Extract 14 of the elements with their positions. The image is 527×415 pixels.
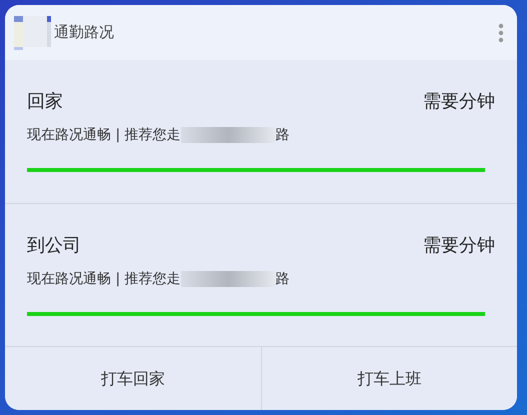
action-button[interactable]: 打车上班	[260, 347, 517, 410]
app-icon	[14, 16, 52, 50]
destination-label: 回家	[27, 90, 63, 114]
traffic-status: 现在路况通畅 | 推荐您走	[27, 270, 181, 288]
time-unit: 分钟	[459, 234, 495, 258]
traffic-status: 现在路况通畅 | 推荐您走	[27, 126, 181, 144]
road-suffix: 路	[276, 126, 290, 144]
time-label: 需要	[423, 234, 459, 258]
time-label: 需要	[423, 90, 459, 114]
widget-title: 通勤路况	[54, 22, 114, 44]
more-icon[interactable]	[498, 22, 504, 42]
time-unit: 分钟	[459, 90, 495, 114]
road-suffix: 路	[276, 270, 290, 288]
destination-label: 到公司	[27, 234, 81, 258]
